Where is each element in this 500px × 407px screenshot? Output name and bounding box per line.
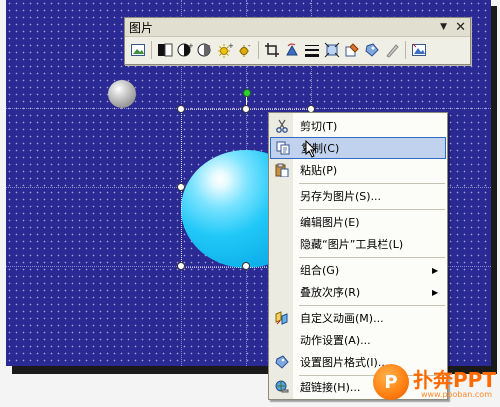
menu-item-label: 叠放次序(R) bbox=[300, 286, 361, 299]
menu-item-label: 粘贴(P) bbox=[300, 164, 338, 177]
close-icon[interactable]: ✕ bbox=[455, 20, 466, 35]
svg-text:+: + bbox=[188, 42, 193, 50]
resize-handle-top[interactable] bbox=[242, 105, 250, 113]
small-gray-sphere-image[interactable] bbox=[108, 80, 136, 108]
resize-handle-bottom[interactable] bbox=[242, 262, 250, 270]
menu-item-label: 复制(C) bbox=[301, 142, 340, 155]
reset-picture-icon[interactable] bbox=[411, 42, 427, 58]
recolor-picture-icon[interactable] bbox=[344, 42, 360, 58]
menu-separator bbox=[299, 305, 445, 306]
rotation-handle[interactable] bbox=[243, 89, 251, 97]
insert-picture-icon[interactable] bbox=[130, 42, 146, 58]
less-contrast-icon[interactable]: - bbox=[197, 42, 213, 58]
menu-item-label: 隐藏“图片”工具栏(L) bbox=[300, 238, 404, 251]
watermark-logo: P bbox=[373, 364, 409, 400]
menu-item-label: 动作设置(A)... bbox=[300, 334, 371, 347]
watermark: P 扑奔PPT www.pooban.com bbox=[373, 362, 498, 404]
toolbar-button-row: + - + - bbox=[125, 37, 470, 63]
compress-pictures-icon[interactable] bbox=[324, 42, 340, 58]
resize-handle-top-left[interactable] bbox=[177, 105, 185, 113]
svg-text:+: + bbox=[228, 42, 233, 50]
color-icon[interactable] bbox=[157, 42, 173, 58]
menu-item-label: 组合(G) bbox=[300, 264, 340, 277]
menu-item-save-as-picture[interactable]: 另存为图片(S)... bbox=[270, 185, 446, 207]
svg-text:-: - bbox=[208, 42, 211, 50]
resize-handle-bottom-left[interactable] bbox=[177, 262, 185, 270]
menu-item-order[interactable]: 叠放次序(R) ▶ bbox=[270, 281, 446, 303]
format-picture-icon[interactable] bbox=[364, 42, 380, 58]
menu-item-hide-picture-toolbar[interactable]: 隐藏“图片”工具栏(L) bbox=[270, 233, 446, 255]
menu-separator bbox=[299, 257, 445, 258]
menu-separator bbox=[299, 209, 445, 210]
menu-item-label: 另存为图片(S)... bbox=[300, 190, 382, 203]
crop-icon[interactable] bbox=[264, 42, 280, 58]
less-brightness-icon[interactable]: - bbox=[237, 42, 253, 58]
scissors-icon bbox=[270, 119, 294, 133]
watermark-brand: 扑奔PPT bbox=[413, 368, 496, 392]
custom-animation-icon bbox=[270, 311, 294, 325]
line-style-icon[interactable] bbox=[304, 42, 320, 58]
toolbar-options-icon[interactable]: ▼ bbox=[440, 22, 447, 32]
toolbar-separator bbox=[258, 41, 259, 59]
paste-icon bbox=[270, 163, 294, 177]
toolbar-separator bbox=[405, 41, 406, 59]
toolbar-title: 图片 bbox=[129, 20, 154, 35]
hyperlink-icon bbox=[270, 380, 294, 394]
menu-item-group[interactable]: 组合(G) ▶ bbox=[270, 259, 446, 281]
set-transparent-color-icon[interactable] bbox=[384, 42, 400, 58]
menu-item-label: 自定义动画(M)... bbox=[300, 312, 384, 325]
copy-icon bbox=[271, 141, 295, 155]
menu-item-paste[interactable]: 粘贴(P) bbox=[270, 159, 446, 181]
menu-item-copy[interactable]: 复制(C) bbox=[270, 137, 446, 159]
menu-item-action-settings[interactable]: 动作设置(A)... bbox=[270, 329, 446, 351]
mouse-pointer-icon bbox=[305, 140, 317, 158]
toolbar-separator bbox=[151, 41, 152, 59]
submenu-arrow-icon: ▶ bbox=[432, 265, 439, 275]
resize-handle-left[interactable] bbox=[177, 183, 185, 191]
menu-item-edit-picture[interactable]: 编辑图片(E) bbox=[270, 211, 446, 233]
rotate-left-icon[interactable] bbox=[284, 42, 300, 58]
context-menu: 剪切(T) 复制(C) 粘贴(P) 另存为图片(S)... 编辑图片(E) 隐藏… bbox=[268, 112, 448, 400]
toolbar-title-bar[interactable]: 图片 ▼ ✕ bbox=[125, 18, 470, 37]
format-picture-icon bbox=[270, 355, 294, 369]
more-brightness-icon[interactable]: + bbox=[217, 42, 233, 58]
watermark-url: www.pooban.com bbox=[421, 390, 492, 399]
more-contrast-icon[interactable]: + bbox=[177, 42, 193, 58]
menu-item-label: 剪切(T) bbox=[300, 120, 338, 133]
svg-text:-: - bbox=[248, 42, 251, 50]
picture-toolbar: 图片 ▼ ✕ + - + - bbox=[124, 17, 471, 65]
menu-separator bbox=[299, 183, 445, 184]
menu-item-custom-animation[interactable]: 自定义动画(M)... bbox=[270, 307, 446, 329]
menu-item-cut[interactable]: 剪切(T) bbox=[270, 115, 446, 137]
menu-item-label: 编辑图片(E) bbox=[300, 216, 360, 229]
slide-shadow-right bbox=[491, 6, 497, 374]
submenu-arrow-icon: ▶ bbox=[432, 287, 439, 297]
